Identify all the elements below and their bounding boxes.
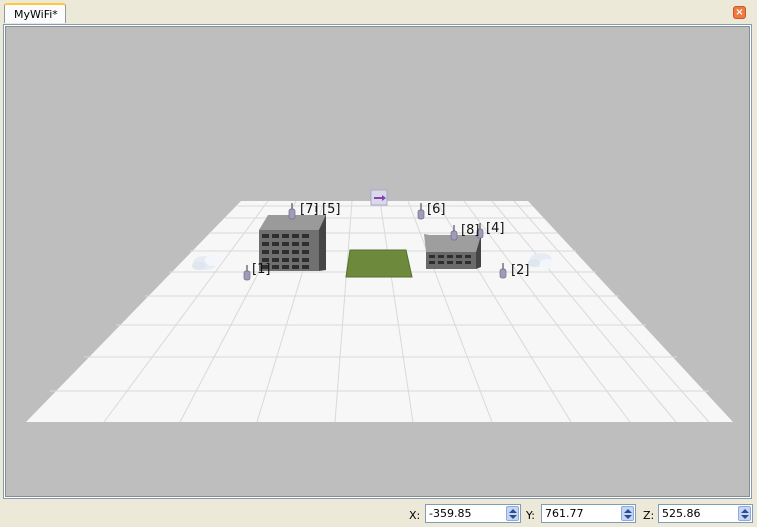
access-point-label: [7]: [300, 202, 318, 217]
status-bar: X: -359.85 Y: 761.77 Z: 525.86: [0, 500, 757, 527]
spin-down-icon[interactable]: [509, 515, 517, 519]
close-icon[interactable]: ×: [733, 6, 746, 19]
scene-canvas[interactable]: [1] [2] [4] [5] [6] [7] [8]: [6, 27, 750, 497]
z-label: Z:: [643, 509, 655, 522]
tab-strip: MyWiFi* ×: [0, 0, 757, 24]
y-value: 761.77: [545, 507, 584, 520]
access-point-label: [1]: [252, 262, 270, 277]
access-point-label: [6]: [427, 202, 445, 217]
signal-source-icon[interactable]: [370, 189, 388, 206]
spin-up-icon[interactable]: [624, 509, 632, 513]
x-label: X:: [409, 509, 421, 522]
z-coordinate-field[interactable]: 525.86: [658, 504, 753, 523]
tab-mywifi[interactable]: MyWiFi*: [4, 3, 66, 23]
y-spinner[interactable]: [621, 506, 634, 521]
y-label: Y:: [526, 509, 535, 522]
x-spinner[interactable]: [506, 506, 519, 521]
z-spinner[interactable]: [738, 506, 751, 521]
access-point-label: [2]: [511, 263, 529, 278]
x-coordinate-field[interactable]: -359.85: [425, 504, 521, 523]
z-value: 525.86: [662, 507, 701, 520]
y-coordinate-field[interactable]: 761.77: [541, 504, 636, 523]
spin-up-icon[interactable]: [509, 509, 517, 513]
access-point-label: [5]: [322, 202, 340, 217]
x-value: -359.85: [429, 507, 472, 520]
access-point-label: [4]: [486, 221, 504, 236]
grass-patch[interactable]: [346, 250, 412, 277]
tab-title: MyWiFi*: [14, 8, 58, 21]
spin-up-icon[interactable]: [741, 509, 749, 513]
floor-plane: [26, 201, 733, 422]
3d-viewport[interactable]: [1] [2] [4] [5] [6] [7] [8]: [5, 26, 750, 497]
spin-down-icon[interactable]: [741, 515, 749, 519]
spin-down-icon[interactable]: [624, 515, 632, 519]
access-point-label: [8]: [461, 223, 479, 238]
